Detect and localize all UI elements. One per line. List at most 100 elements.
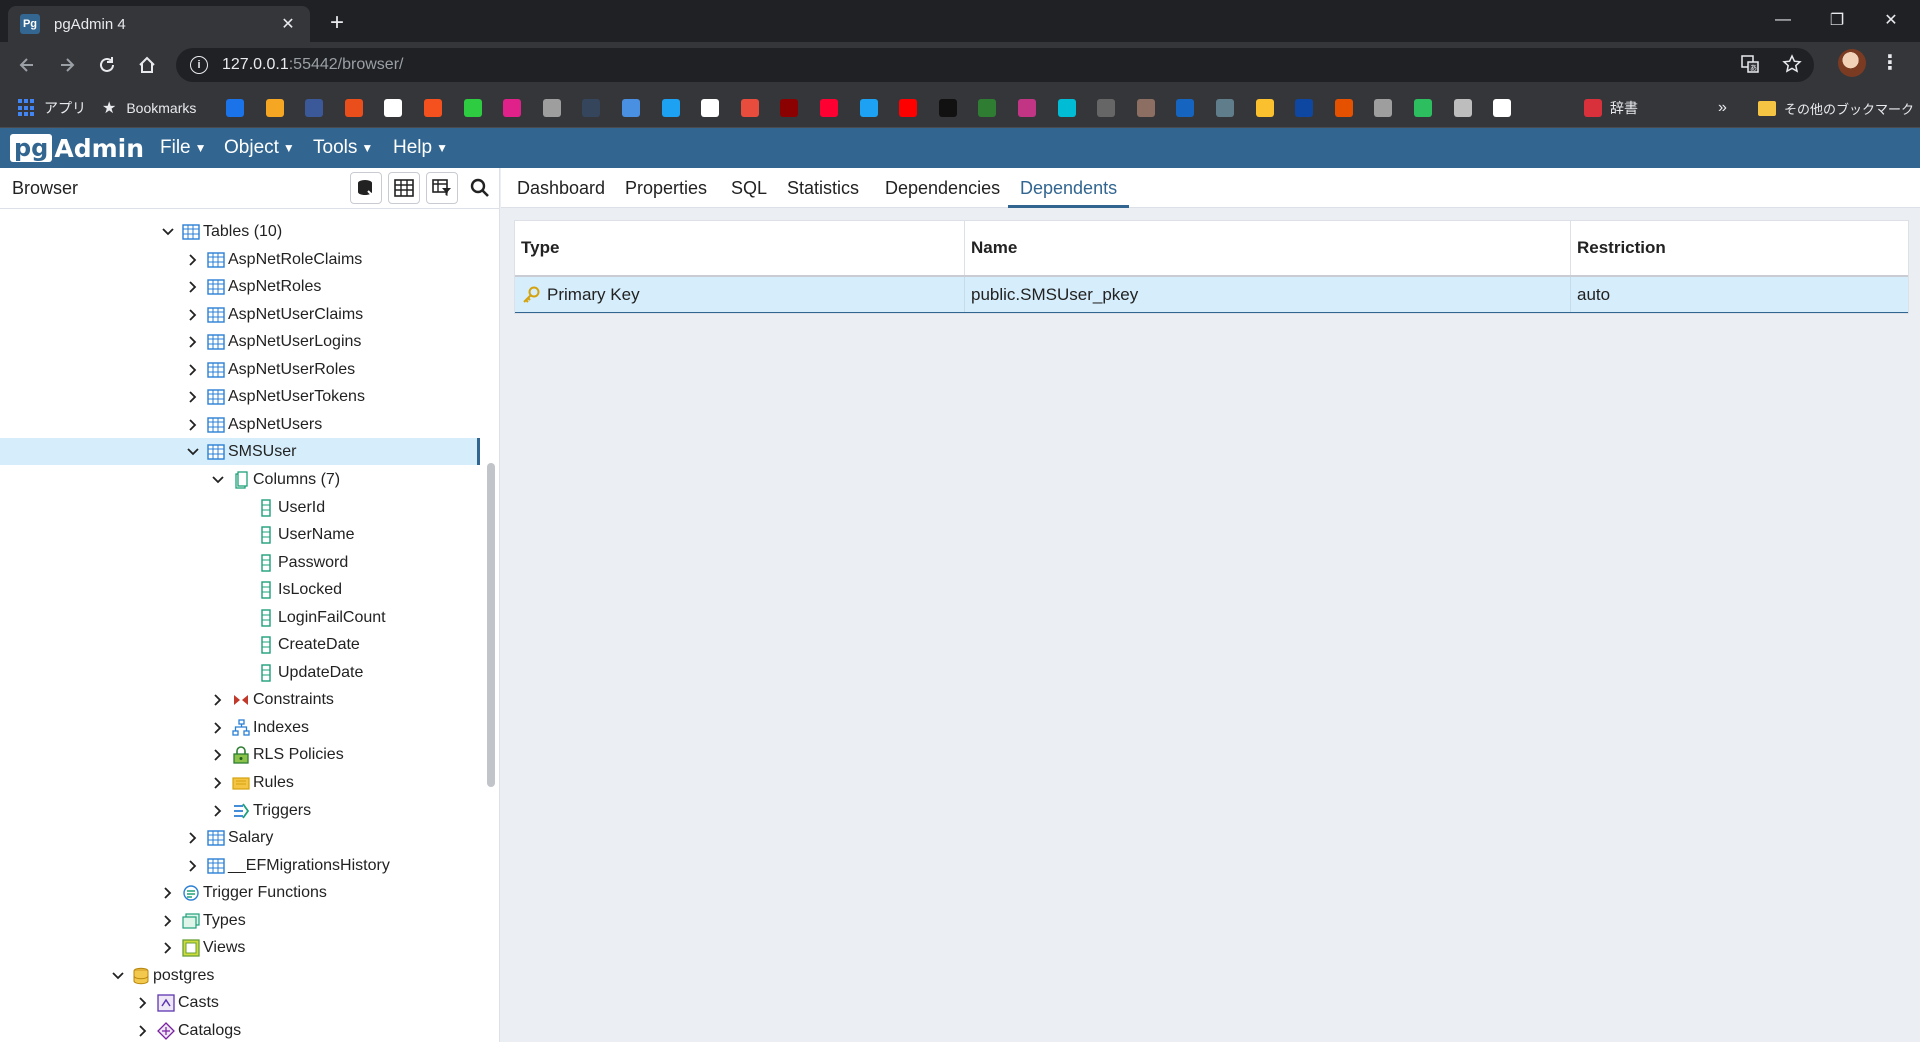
- chevron-down-icon[interactable]: [210, 472, 226, 488]
- bookmark-favicon-icon[interactable]: [860, 96, 878, 120]
- tree-node[interactable]: Rules: [0, 769, 480, 796]
- tree-node[interactable]: Password: [0, 549, 480, 576]
- bookmark-favicon-icon[interactable]: [741, 96, 759, 120]
- search-objects-button[interactable]: [464, 172, 496, 204]
- query-tool-button[interactable]: [350, 172, 382, 204]
- chevron-right-icon[interactable]: [210, 803, 226, 819]
- chevron-right-icon[interactable]: [185, 279, 201, 295]
- bookmark-favicon-icon[interactable]: [543, 96, 561, 120]
- bookmark-favicon-icon[interactable]: [1018, 96, 1036, 120]
- bookmark-favicon-icon[interactable]: [384, 96, 402, 120]
- chevron-right-icon[interactable]: [185, 858, 201, 874]
- tree-node[interactable]: Trigger Functions: [0, 879, 480, 906]
- tree-node[interactable]: RLS Policies: [0, 741, 480, 768]
- bookmark-favicon-icon[interactable]: [582, 96, 600, 120]
- chevron-right-icon[interactable]: [160, 913, 176, 929]
- tree-node[interactable]: Indexes: [0, 714, 480, 741]
- apps-shortcut[interactable]: アプリ: [18, 96, 86, 120]
- tree-node[interactable]: Casts: [0, 989, 480, 1016]
- chevron-right-icon[interactable]: [160, 940, 176, 956]
- browser-tab[interactable]: Pg pgAdmin 4 ✕: [8, 6, 310, 42]
- chevron-right-icon[interactable]: [185, 307, 201, 323]
- bookmark-favicon-icon[interactable]: [1216, 96, 1234, 120]
- menu-help[interactable]: Help ▼: [393, 128, 448, 168]
- bookmark-favicon-icon[interactable]: [899, 96, 917, 120]
- table-row[interactable]: Primary Key public.SMSUser_pkey auto: [515, 277, 1908, 313]
- close-window-button[interactable]: ✕: [1864, 0, 1918, 40]
- bookmark-favicon-icon[interactable]: [424, 96, 442, 120]
- tree-node[interactable]: Triggers: [0, 797, 480, 824]
- column-header-name[interactable]: Name: [965, 221, 1571, 275]
- forward-button[interactable]: [52, 50, 82, 80]
- chevron-right-icon[interactable]: [185, 417, 201, 433]
- view-data-button[interactable]: [388, 172, 420, 204]
- chevron-right-icon[interactable]: [210, 720, 226, 736]
- tree-node[interactable]: Tables (10): [0, 218, 480, 245]
- address-bar[interactable]: i 127.0.0.1:55442/browser/ あ: [176, 48, 1814, 82]
- bookmark-star-icon[interactable]: [1782, 54, 1802, 74]
- chevron-down-icon[interactable]: [185, 444, 201, 460]
- home-button[interactable]: [132, 50, 162, 80]
- chevron-right-icon[interactable]: [210, 775, 226, 791]
- chevron-right-icon[interactable]: [185, 389, 201, 405]
- profile-avatar[interactable]: [1838, 49, 1866, 77]
- tree-node[interactable]: LoginFailCount: [0, 604, 480, 631]
- filtered-rows-button[interactable]: [426, 172, 458, 204]
- tab-statistics[interactable]: Statistics: [775, 168, 871, 208]
- tree-node[interactable]: IsLocked: [0, 576, 480, 603]
- tab-dependents[interactable]: Dependents: [1008, 168, 1130, 208]
- bookmarks-folder[interactable]: ★ Bookmarks: [102, 96, 196, 120]
- bookmarks-overflow-button[interactable]: »: [1718, 96, 1727, 120]
- bookmark-favicon-icon[interactable]: [345, 96, 363, 120]
- tree-node[interactable]: UpdateDate: [0, 659, 480, 686]
- chevron-down-icon[interactable]: [110, 968, 126, 984]
- close-tab-icon[interactable]: ✕: [278, 14, 298, 34]
- bookmark-favicon-icon[interactable]: [662, 96, 680, 120]
- bookmark-favicon-icon[interactable]: [1137, 96, 1155, 120]
- chevron-right-icon[interactable]: [160, 885, 176, 901]
- tree-node[interactable]: Types: [0, 907, 480, 934]
- other-bookmarks-folder[interactable]: その他のブックマーク: [1758, 96, 1914, 120]
- new-tab-button[interactable]: +: [322, 9, 352, 39]
- site-info-icon[interactable]: i: [190, 56, 208, 74]
- tree-node[interactable]: Columns (7): [0, 466, 480, 493]
- tree-node[interactable]: SMSUser: [0, 438, 480, 465]
- bookmark-favicon-icon[interactable]: [1256, 96, 1274, 120]
- menu-file[interactable]: File ▼: [160, 128, 207, 168]
- chevron-right-icon[interactable]: [210, 747, 226, 763]
- translate-icon[interactable]: あ: [1740, 54, 1760, 74]
- tree-node[interactable]: AspNetUserRoles: [0, 356, 480, 383]
- tree-node[interactable]: AspNetRoleClaims: [0, 246, 480, 273]
- tab-dashboard[interactable]: Dashboard: [505, 168, 617, 208]
- bookmark-favicon-icon[interactable]: [978, 96, 996, 120]
- bookmark-favicon-icon[interactable]: [1295, 96, 1313, 120]
- minimize-button[interactable]: —: [1756, 0, 1810, 40]
- chevron-right-icon[interactable]: [210, 692, 226, 708]
- back-button[interactable]: [12, 50, 42, 80]
- bookmark-favicon-icon[interactable]: [622, 96, 640, 120]
- column-header-restriction[interactable]: Restriction: [1571, 221, 1908, 275]
- tab-dependencies[interactable]: Dependencies: [873, 168, 1012, 208]
- menu-object[interactable]: Object ▼: [224, 128, 295, 168]
- tree-node[interactable]: __EFMigrationsHistory: [0, 852, 480, 879]
- bookmark-favicon-icon[interactable]: [1454, 96, 1472, 120]
- chevron-right-icon[interactable]: [185, 362, 201, 378]
- reload-button[interactable]: [92, 50, 122, 80]
- bookmark-favicon-icon[interactable]: [1097, 96, 1115, 120]
- bookmark-favicon-icon[interactable]: [464, 96, 482, 120]
- bookmark-favicon-icon[interactable]: [820, 96, 838, 120]
- tree-node[interactable]: UserId: [0, 494, 480, 521]
- bookmark-favicon-icon[interactable]: [1374, 96, 1392, 120]
- chevron-down-icon[interactable]: [160, 224, 176, 240]
- bookmark-favicon-icon[interactable]: [1335, 96, 1353, 120]
- chevron-right-icon[interactable]: [185, 252, 201, 268]
- chevron-right-icon[interactable]: [135, 1023, 151, 1039]
- tree-node[interactable]: AspNetRoles: [0, 273, 480, 300]
- bookmark-favicon-icon[interactable]: [266, 96, 284, 120]
- chevron-right-icon[interactable]: [185, 334, 201, 350]
- chevron-right-icon[interactable]: [135, 995, 151, 1011]
- tree-node[interactable]: Constraints: [0, 686, 480, 713]
- dictionary-bookmark[interactable]: 辞書: [1584, 96, 1638, 120]
- bookmark-favicon-icon[interactable]: [1493, 96, 1511, 120]
- bookmark-favicon-icon[interactable]: [1176, 96, 1194, 120]
